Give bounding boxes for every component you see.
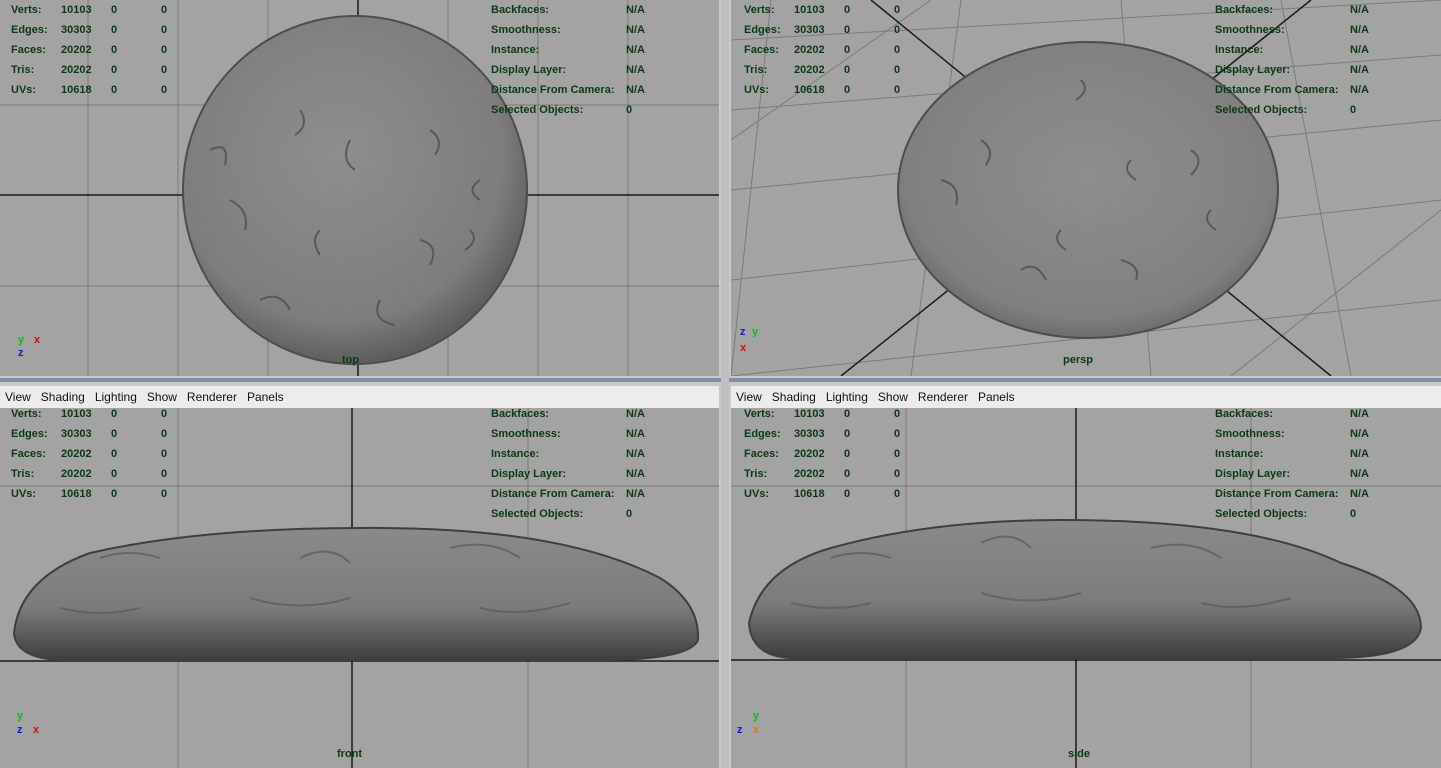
hud-row: UVs: 10618 0 0 <box>744 84 901 96</box>
hud-row: Faces: 20202 0 0 <box>11 448 168 460</box>
hud-row: Verts: 10103 0 0 <box>744 408 901 420</box>
viewport-top[interactable]: Verts: 10103 0 0 Edges: 30303 0 0 Faces: 20202 0… <box>0 0 719 376</box>
hud-row: Instance: N/A <box>491 44 645 56</box>
cookie-mesh-front <box>12 526 700 661</box>
hud-row: Backfaces: N/A <box>1215 4 1369 16</box>
menu-shading[interactable]: Shading <box>767 390 821 404</box>
menu-show[interactable]: Show <box>873 390 913 404</box>
menu-panels[interactable]: Panels <box>242 390 289 404</box>
hud-row: Display Layer: N/A <box>491 64 645 76</box>
viewport-side[interactable]: Verts: 10103 0 0 Edges: 30303 0 0 Faces: 20202 0… <box>731 408 1441 768</box>
hud-row: Edges: 30303 0 0 <box>11 428 168 440</box>
hud-row: Selected Objects: 0 <box>1215 104 1357 116</box>
hud-row: Selected Objects: 0 <box>491 104 633 116</box>
menu-view[interactable]: View <box>731 390 767 404</box>
hud-row: Backfaces: N/A <box>491 4 645 16</box>
hud-row: Instance: N/A <box>491 448 645 460</box>
hud-row: Smoothness: N/A <box>1215 428 1369 440</box>
hud-row: Edges: 30303 0 0 <box>11 24 168 36</box>
hud-row: Selected Objects: 0 <box>491 508 633 520</box>
camera-name-persp: persp <box>1063 354 1093 366</box>
hud-row: Backfaces: N/A <box>1215 408 1369 420</box>
hud-row: Smoothness: N/A <box>1215 24 1369 36</box>
camera-name-front: front <box>337 748 363 760</box>
hud-row: UVs: 10618 0 0 <box>744 488 901 500</box>
menu-panels[interactable]: Panels <box>973 390 1020 404</box>
hud-row: Display Layer: N/A <box>1215 64 1369 76</box>
camera-name-top: top <box>342 354 360 366</box>
hud-row: Verts: 10103 0 0 <box>11 408 168 420</box>
hud-row: Tris: 20202 0 0 <box>744 468 901 480</box>
panel-menubar-front: View Shading Lighting Show Renderer Pane… <box>0 386 719 408</box>
hud-object-details-top: Backfaces: N/A Smoothness: N/A Instance: N/… <box>491 0 645 120</box>
hud-row: Edges: 30303 0 0 <box>744 24 901 36</box>
hud-row: Faces: 20202 0 0 <box>744 44 901 56</box>
hud-object-details-side: Backfaces: N/A Smoothness: N/A Instance: N/… <box>1215 408 1369 524</box>
viewport-persp[interactable]: Verts: 10103 0 0 Edges: 30303 0 0 Faces: 20202 0… <box>731 0 1441 376</box>
hud-row: Smoothness: N/A <box>491 24 645 36</box>
hud-poly-count-side: Verts: 10103 0 0 Edges: 30303 0 0 Faces: 20202 0… <box>744 408 924 504</box>
hud-row: Smoothness: N/A <box>491 428 645 440</box>
hud-row: Instance: N/A <box>1215 44 1369 56</box>
hud-row: Distance From Camera: N/A <box>1215 488 1369 500</box>
panel-front: View Shading Lighting Show Renderer Pane… <box>0 386 719 768</box>
hud-object-details-front: Backfaces: N/A Smoothness: N/A Instance: N/… <box>491 408 645 524</box>
hud-row: Tris: 20202 0 0 <box>744 64 901 76</box>
viewport-front[interactable]: Verts: 10103 0 0 Edges: 30303 0 0 Faces: 20202 0… <box>0 408 719 768</box>
hud-row: Distance From Camera: N/A <box>1215 84 1369 96</box>
hud-object-details-persp: Backfaces: N/A Smoothness: N/A Instance: N/… <box>1215 0 1369 120</box>
cookie-mesh-top <box>182 15 528 365</box>
hud-row: Selected Objects: 0 <box>1215 508 1357 520</box>
hud-row: Faces: 20202 0 0 <box>11 44 168 56</box>
axis-gizmo-side: y z x <box>737 710 760 736</box>
hud-poly-count-top: Verts: 10103 0 0 Edges: 30303 0 0 Faces: 20202 0… <box>11 0 191 100</box>
hud-row: Distance From Camera: N/A <box>491 488 645 500</box>
axis-gizmo-front: y z x <box>17 710 40 736</box>
axis-gizmo-top: y x z <box>18 334 41 359</box>
pane-divider-vertical[interactable] <box>721 0 729 768</box>
hud-poly-count-persp: Verts: 10103 0 0 Edges: 30303 0 0 Faces: 20202 0… <box>744 0 924 100</box>
menu-renderer[interactable]: Renderer <box>913 390 973 404</box>
menu-lighting[interactable]: Lighting <box>821 390 873 404</box>
menu-lighting[interactable]: Lighting <box>90 390 142 404</box>
hud-row: Display Layer: N/A <box>491 468 645 480</box>
hud-row: Instance: N/A <box>1215 448 1369 460</box>
menu-renderer[interactable]: Renderer <box>182 390 242 404</box>
hud-row: Verts: 10103 0 0 <box>11 4 168 16</box>
hud-row: Backfaces: N/A <box>491 408 645 420</box>
menu-shading[interactable]: Shading <box>36 390 90 404</box>
hud-row: Verts: 10103 0 0 <box>744 4 901 16</box>
hud-row: Faces: 20202 0 0 <box>744 448 901 460</box>
hud-row: Tris: 20202 0 0 <box>11 64 168 76</box>
panel-menubar-side: View Shading Lighting Show Renderer Pane… <box>731 386 1441 408</box>
hud-row: UVs: 10618 0 0 <box>11 84 168 96</box>
menu-view[interactable]: View <box>0 390 36 404</box>
camera-name-side: side <box>1068 748 1091 760</box>
cookie-mesh-side <box>747 518 1423 659</box>
panel-side: View Shading Lighting Show Renderer Pane… <box>731 386 1441 768</box>
hud-row: Distance From Camera: N/A <box>491 84 645 96</box>
hud-row: Display Layer: N/A <box>1215 468 1369 480</box>
hud-poly-count-front: Verts: 10103 0 0 Edges: 30303 0 0 Faces: 20202 0… <box>11 408 191 504</box>
hud-row: Edges: 30303 0 0 <box>744 428 901 440</box>
axis-gizmo-persp: z y x <box>740 326 759 354</box>
hud-row: UVs: 10618 0 0 <box>11 488 168 500</box>
menu-show[interactable]: Show <box>142 390 182 404</box>
hud-row: Tris: 20202 0 0 <box>11 468 168 480</box>
